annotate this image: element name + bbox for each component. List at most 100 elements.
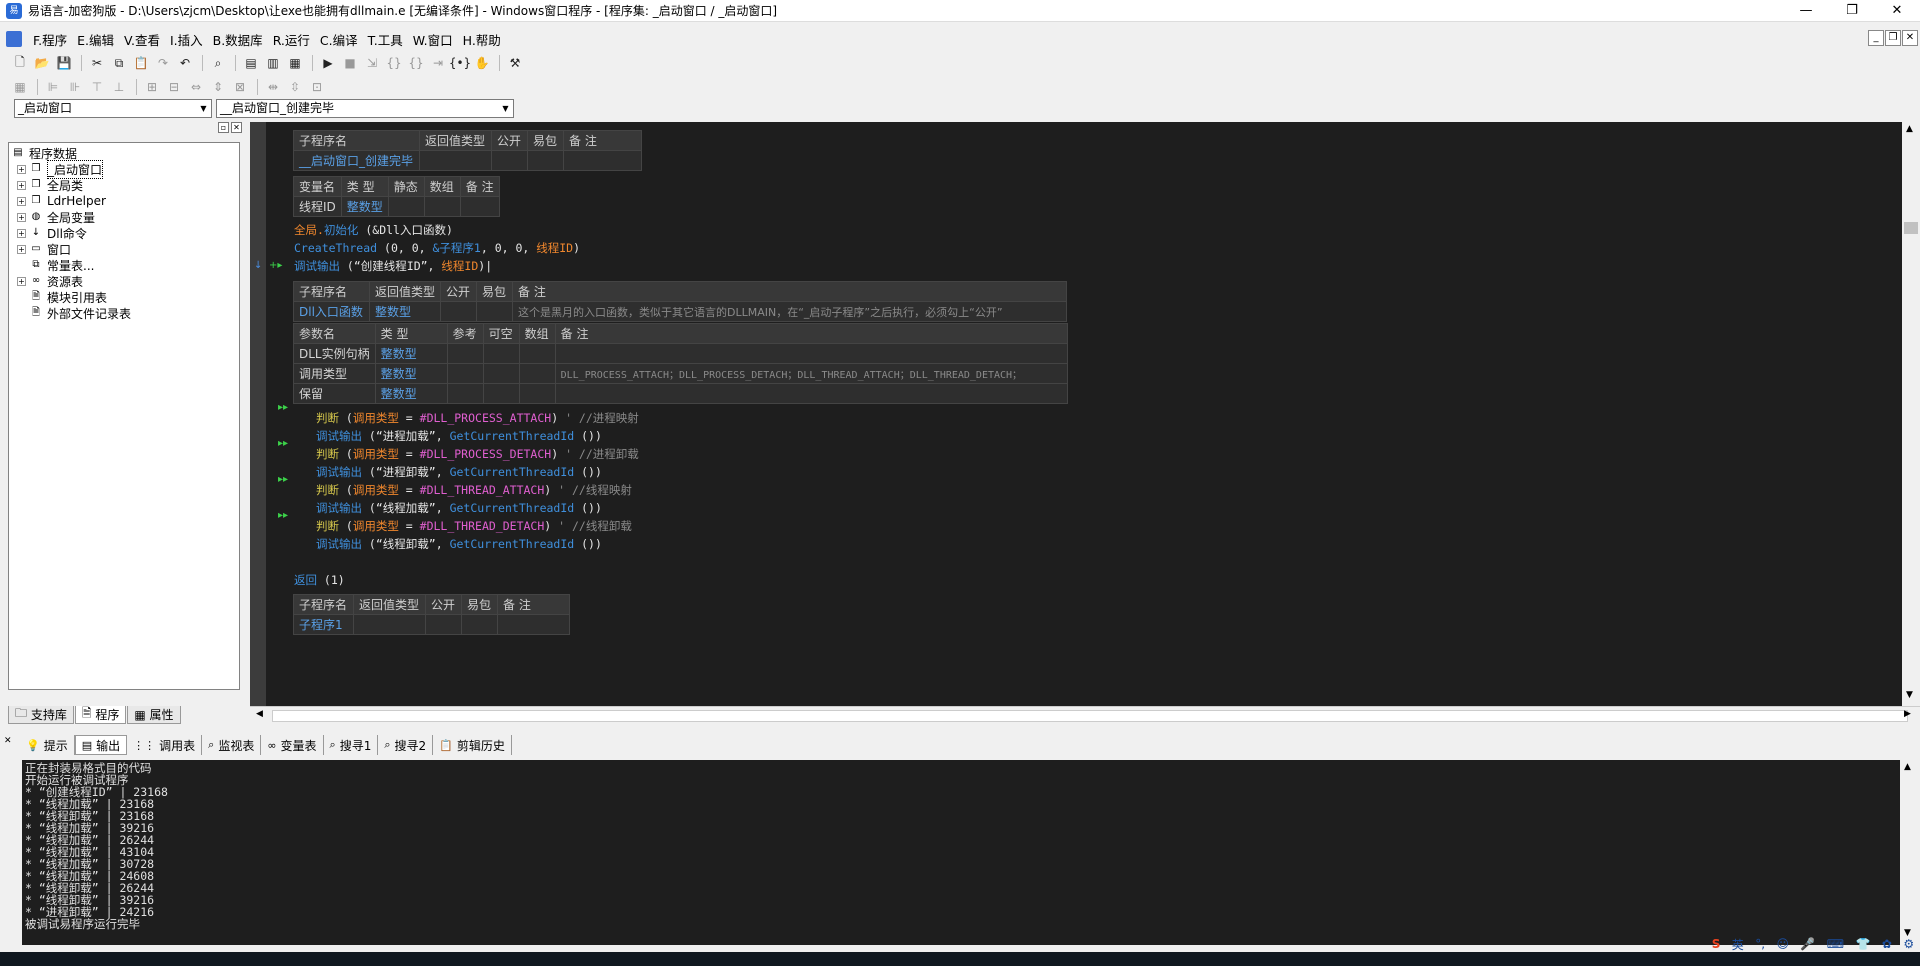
output-scrollbar[interactable]: ▲ ▼	[1900, 760, 1918, 945]
align-grid-icon[interactable]: ▦	[10, 78, 30, 96]
tree-item-startup-window[interactable]: + ❒ _启动窗口	[11, 159, 237, 179]
align-right-icon[interactable]: ⊪	[65, 78, 85, 96]
layout1-icon[interactable]: ▤	[241, 54, 261, 72]
menu-view[interactable]: V.查看	[119, 30, 165, 49]
if-line[interactable]: 判断 (调用类型 = #DLL_PROCESS_ATTACH) ' //进程映射	[316, 410, 639, 426]
space-h-icon[interactable]: ⇹	[263, 78, 283, 96]
menu-database[interactable]: B.数据库	[208, 30, 268, 49]
ime-language-toggle[interactable]: 英	[1732, 936, 1744, 953]
menu-compile[interactable]: C.编译	[315, 30, 363, 49]
public-cell[interactable]	[440, 301, 478, 322]
method-combo[interactable]: __启动窗口_创建完毕 ▼	[216, 99, 514, 118]
ref-cell[interactable]	[446, 343, 484, 364]
same-size-icon[interactable]: ⊠	[230, 78, 250, 96]
tree-item-ldrhelper[interactable]: + ❒ LdrHelper	[11, 193, 237, 209]
tab-clip-history[interactable]: 📋 剪辑历史	[433, 735, 512, 755]
mdi-minimize-button[interactable]: _	[1868, 30, 1884, 46]
tree-item-constants[interactable]: ⧉ 常量表...	[11, 257, 237, 273]
tree-item-dll-commands[interactable]: + ↓ Dll命令	[11, 225, 237, 241]
scroll-thumb[interactable]	[272, 710, 1908, 722]
dropdown-arrow-icon[interactable]: ▼	[196, 100, 211, 117]
return-line[interactable]: 返回 (1)	[294, 572, 345, 588]
new-file-icon[interactable]: 🗋	[10, 54, 30, 72]
center-h-icon[interactable]: ⊞	[142, 78, 162, 96]
package-cell[interactable]	[527, 150, 564, 171]
param-name-cell[interactable]: DLL实例句柄	[293, 343, 376, 364]
space-v-icon[interactable]: ⇳	[285, 78, 305, 96]
scroll-up-icon[interactable]: ▲	[1904, 762, 1911, 772]
debug-line[interactable]: 调试输出 (“进程卸载”, GetCurrentThreadId ())	[316, 464, 602, 480]
remark-cell[interactable]: 这个是黑月的入口函数，类似于其它语言的DLLMAIN，在“_启动子程序”之后执行…	[512, 301, 1068, 322]
breakpoint-icon[interactable]: {•}	[449, 54, 471, 72]
menu-edit[interactable]: E.编辑	[72, 30, 119, 49]
align-top-icon[interactable]: ⊤	[87, 78, 107, 96]
mdi-close-button[interactable]: ✕	[1902, 30, 1918, 46]
tab-search2[interactable]: ⌕ 搜寻2	[378, 735, 434, 755]
copy-icon[interactable]: ⧉	[109, 54, 129, 72]
array-cell[interactable]	[518, 363, 556, 384]
align-bottom-icon[interactable]: ⊥	[109, 78, 129, 96]
public-cell[interactable]	[491, 150, 528, 171]
scroll-down-icon[interactable]: ▼	[1906, 690, 1913, 700]
param-name-cell[interactable]: 调用类型	[293, 363, 376, 384]
scroll-right-icon[interactable]: ▶	[1904, 709, 1911, 719]
sub-name-cell[interactable]: __启动窗口_创建完毕	[293, 150, 420, 171]
param-type-cell[interactable]: 整数型	[374, 363, 448, 384]
close-button[interactable]: ✕	[1874, 0, 1920, 22]
cut-icon[interactable]: ✂	[87, 54, 107, 72]
tab-support-lib[interactable]: 🗀 支持库	[8, 706, 74, 724]
tree-item-global-class[interactable]: + ❒ 全局类	[11, 177, 237, 193]
remark-cell[interactable]: DLL_PROCESS_ATTACH；DLL_PROCESS_DETACH；DL…	[554, 363, 1068, 384]
editor-vertical-scrollbar[interactable]: ▲ ▼	[1902, 122, 1920, 706]
align-left-icon[interactable]: ⊫	[43, 78, 63, 96]
remark-cell[interactable]	[563, 150, 642, 171]
tree-item-global-vars[interactable]: + ◍ 全局变量	[11, 209, 237, 225]
tab-order-icon[interactable]: ⊡	[307, 78, 327, 96]
center-v-icon[interactable]: ⊟	[164, 78, 184, 96]
debug-line[interactable]: 调试输出 (“线程加载”, GetCurrentThreadId ())	[316, 500, 602, 516]
return-type-cell[interactable]: 整数型	[368, 301, 442, 322]
panel-close-icon[interactable]: ✕	[231, 122, 242, 133]
menu-insert[interactable]: I.插入	[165, 30, 208, 49]
panel-pin-icon[interactable]: ▫	[218, 122, 229, 133]
debug-line[interactable]: 调试输出 (“线程卸载”, GetCurrentThreadId ())	[316, 536, 602, 552]
menu-run[interactable]: R.运行	[268, 30, 315, 49]
find-icon[interactable]: ⌕	[208, 54, 228, 72]
if-line[interactable]: 判断 (调用类型 = #DLL_THREAD_DETACH) ' //线程卸载	[316, 518, 632, 534]
expand-icon[interactable]: +	[17, 244, 26, 254]
remark-cell[interactable]	[554, 383, 1068, 404]
minimize-button[interactable]: —	[1783, 0, 1829, 22]
remark-cell[interactable]	[497, 614, 570, 635]
tab-program[interactable]: 🗎 程序	[74, 706, 127, 724]
nullable-cell[interactable]	[482, 363, 520, 384]
param-type-cell[interactable]: 整数型	[374, 383, 448, 404]
tree-root[interactable]: ▤ 程序数据	[11, 145, 237, 161]
expand-icon[interactable]: +	[17, 276, 26, 286]
sub-name-cell[interactable]: Dll入口函数	[293, 301, 370, 322]
menu-program[interactable]: F.程序	[28, 30, 72, 49]
tab-variables[interactable]: ∞ 变量表	[261, 735, 324, 755]
settings-icon[interactable]: ⚙	[1903, 937, 1914, 951]
dropdown-arrow-icon[interactable]: ▼	[498, 100, 513, 117]
punctuation-icon[interactable]: °,	[1755, 937, 1765, 951]
editor-horizontal-scrollbar[interactable]: ◀ ▶	[250, 706, 1920, 724]
redo-icon[interactable]: ↷	[153, 54, 173, 72]
return-type-cell[interactable]	[353, 614, 426, 635]
expand-icon[interactable]: +	[17, 196, 26, 206]
tree-item-module-refs[interactable]: 🗎 模块引用表	[11, 289, 237, 305]
toolbox-icon[interactable]: ✿	[1882, 937, 1892, 951]
menu-help[interactable]: H.帮助	[458, 30, 506, 49]
sogou-logo-icon[interactable]: S	[1712, 937, 1721, 951]
code-line[interactable]: CreateThread (0, 0, &子程序1, 0, 0, 线程ID)	[294, 240, 580, 256]
run-icon[interactable]: ▶	[318, 54, 338, 72]
array-cell[interactable]	[518, 383, 556, 404]
layout2-icon[interactable]: ▥	[263, 54, 283, 72]
code-line[interactable]: 全局.初始化 (&Dll入口函数)	[294, 222, 453, 238]
param-name-cell[interactable]: 保留	[293, 383, 376, 404]
if-line[interactable]: 判断 (调用类型 = #DLL_THREAD_ATTACH) ' //线程映射	[316, 482, 632, 498]
package-cell[interactable]	[461, 614, 498, 635]
ref-cell[interactable]	[446, 363, 484, 384]
step-over-icon[interactable]: {}	[384, 54, 404, 72]
nullable-cell[interactable]	[482, 383, 520, 404]
ref-cell[interactable]	[446, 383, 484, 404]
